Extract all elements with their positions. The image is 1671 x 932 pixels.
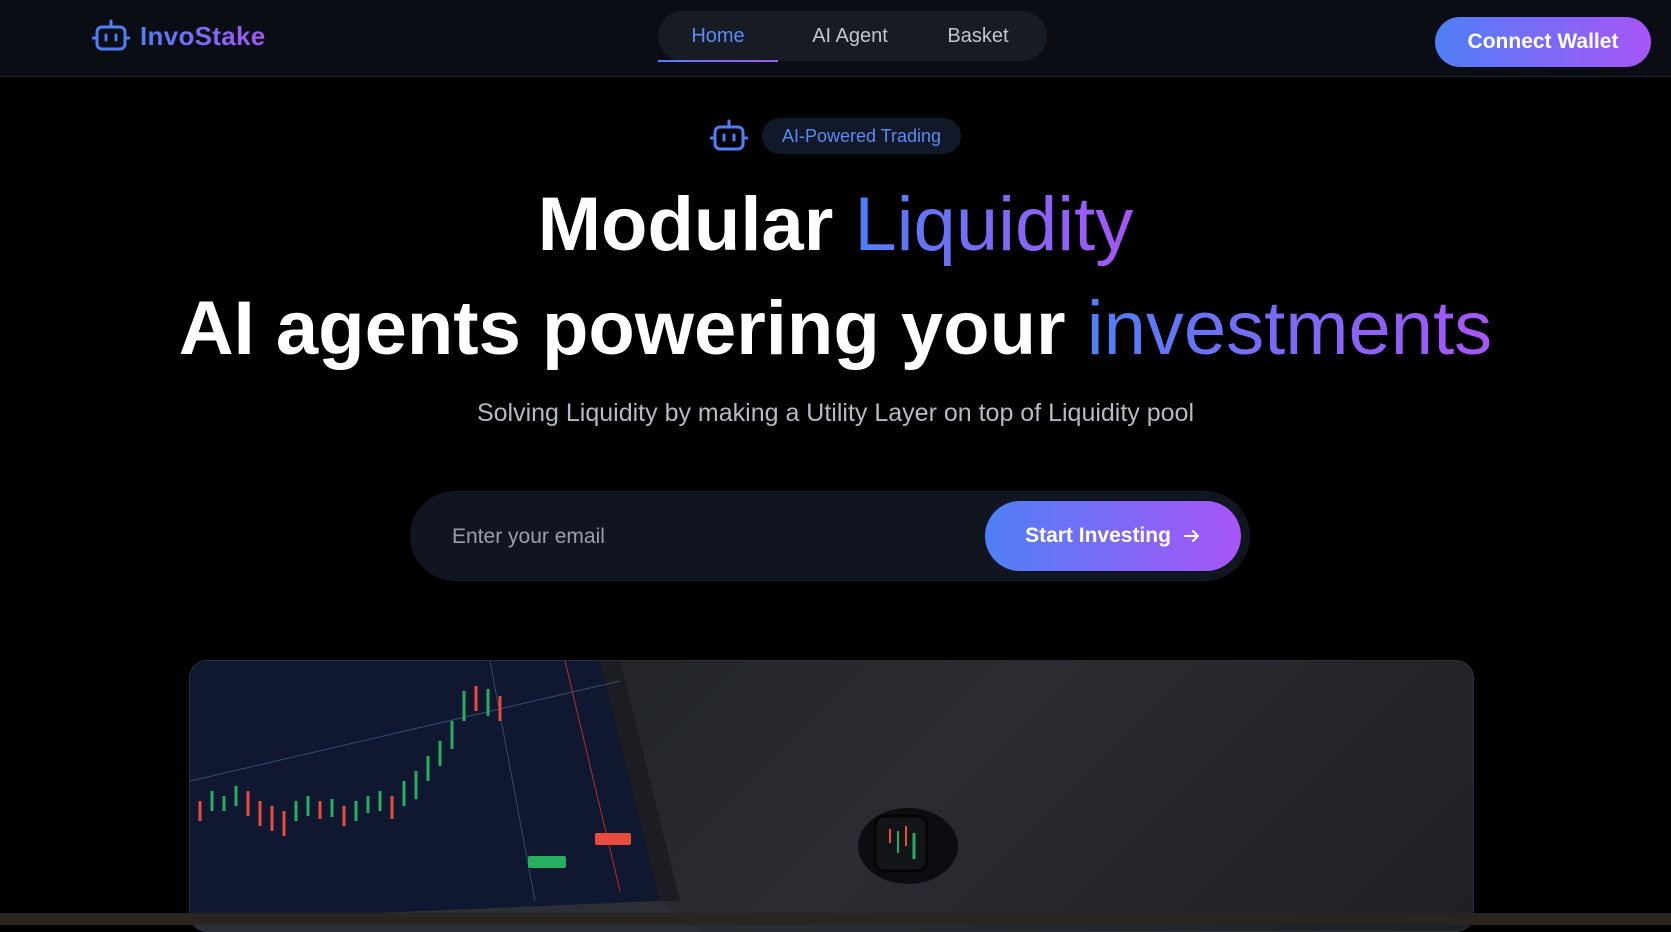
start-investing-label: Start Investing [1025, 524, 1171, 547]
connect-wallet-button[interactable]: Connect Wallet [1435, 17, 1651, 67]
headline-line-2-accent: investments [1086, 286, 1493, 371]
tab-ai-agent[interactable]: AI Agent [786, 11, 914, 61]
arrow-right-icon [1183, 530, 1199, 542]
tab-basket[interactable]: Basket [924, 11, 1032, 61]
trading-illustration [190, 661, 958, 931]
buy-button-graphic [528, 856, 566, 868]
email-input[interactable] [450, 511, 974, 563]
brand-logo[interactable]: InvoStake [92, 19, 266, 53]
page-bottom-strip [0, 913, 1671, 925]
navbar: InvoStake Home AI Agent Basket Connect W… [0, 0, 1671, 77]
robot-icon [92, 19, 130, 51]
badge-row: AI-Powered Trading [0, 118, 1671, 154]
hero-subtitle: Solving Liquidity by making a Utility La… [476, 399, 1195, 427]
robot-icon [709, 119, 748, 151]
hero-trading-image [189, 660, 1474, 932]
headline-line-1-plain: Modular [537, 182, 834, 267]
headline-line-2-plain: AI agents powering your [178, 286, 1066, 371]
tab-home[interactable]: Home [658, 11, 778, 62]
ai-trading-badge: AI-Powered Trading [761, 118, 962, 154]
headline-line-2: AI agents powering your investments [0, 284, 1671, 374]
sell-button-graphic [595, 833, 631, 845]
smartwatch-graphic [858, 808, 958, 884]
brand-name: InvoStake [140, 20, 266, 51]
headline-line-1-accent: Liquidity [854, 182, 1134, 267]
nav-tabs: Home AI Agent Basket [658, 11, 1047, 62]
headline-line-1: Modular Liquidity [0, 180, 1671, 270]
email-signup-form: Start Investing [410, 491, 1250, 581]
start-investing-button[interactable]: Start Investing [985, 501, 1241, 571]
